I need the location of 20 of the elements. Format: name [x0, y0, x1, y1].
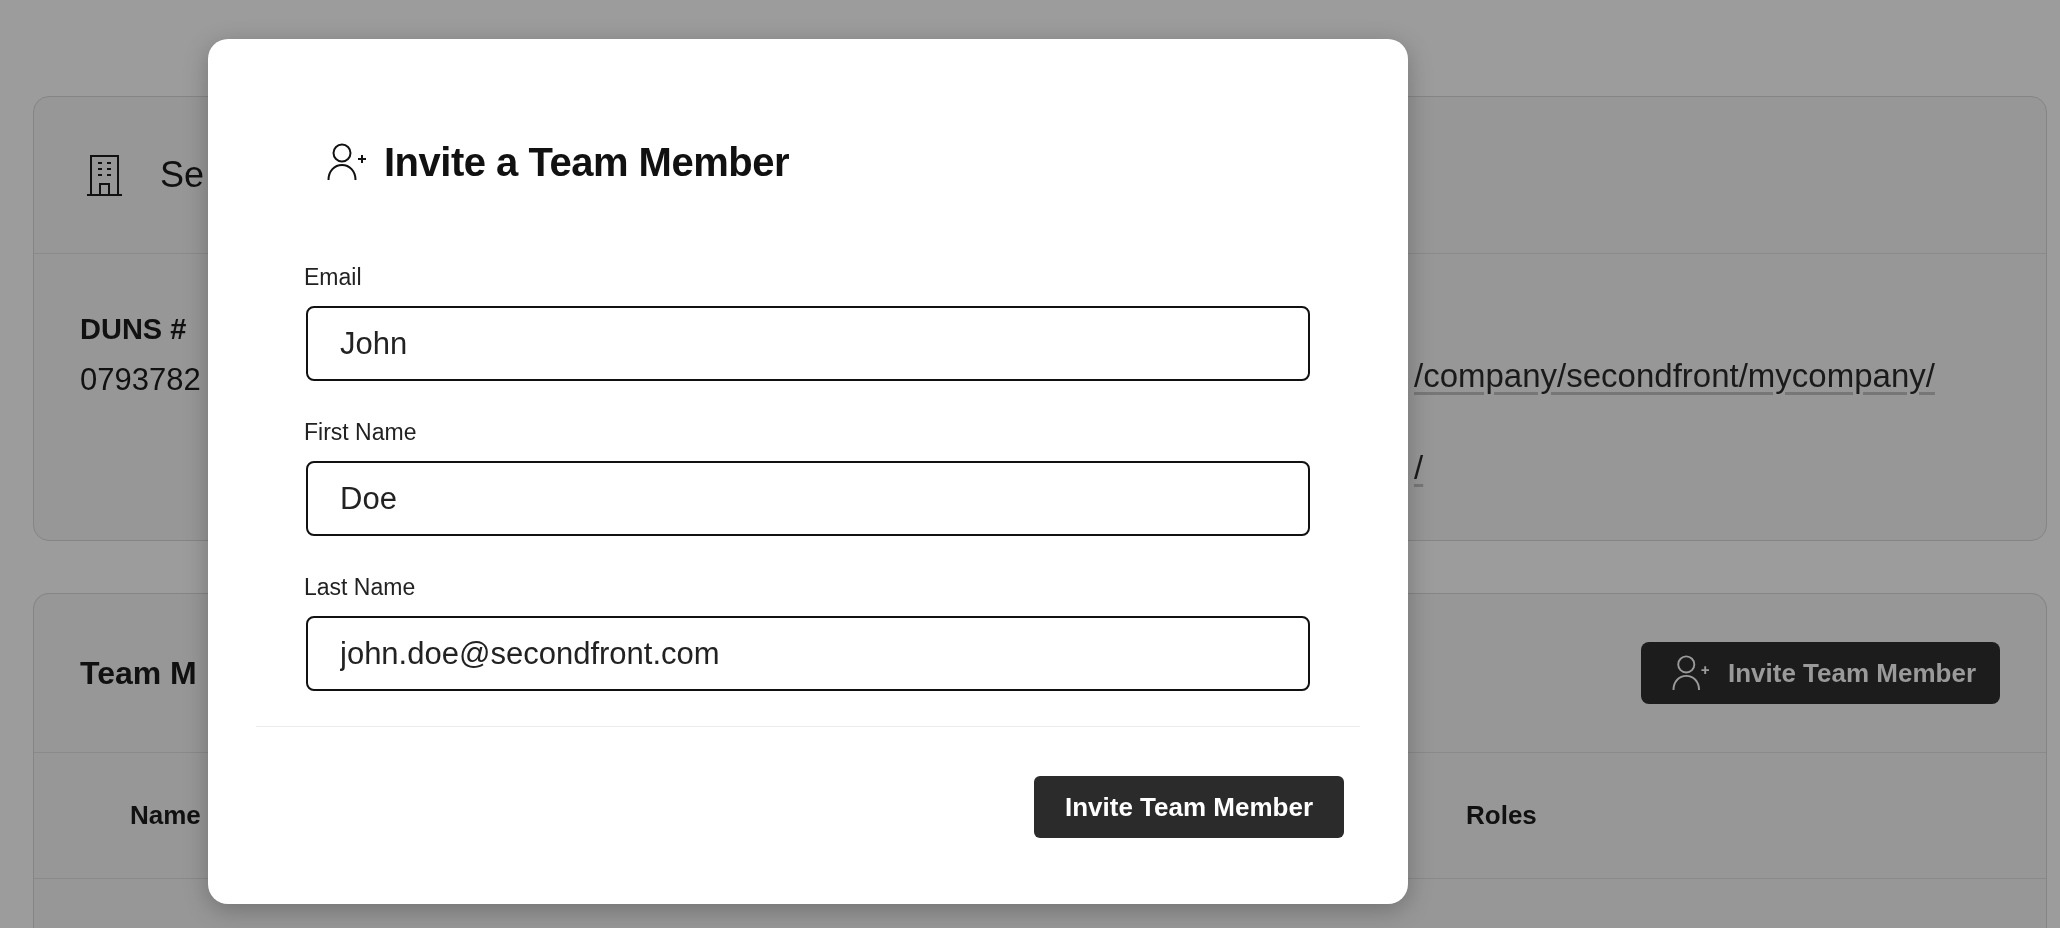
duns-value: 0793782 — [80, 361, 201, 399]
input-field[interactable]: John — [306, 306, 1310, 381]
invite-team-member-button[interactable]: Invite Team Member — [1033, 776, 1344, 838]
field-label: First Name — [304, 418, 417, 446]
company-link[interactable]: / — [1414, 448, 1424, 488]
duns-label: DUNS # — [80, 312, 187, 347]
company-link[interactable]: /company/secondfront/mycompany/ — [1414, 356, 1935, 396]
card-title: Se — [160, 153, 205, 197]
column-header: Name — [130, 800, 201, 831]
user-plus-icon — [1671, 655, 1710, 691]
field-label: Last Name — [304, 573, 416, 601]
section-title: Team M — [80, 654, 197, 692]
user-plus-icon — [327, 143, 367, 181]
field-label: Email — [304, 263, 362, 291]
column-header: Roles — [1466, 800, 1537, 831]
input-field[interactable]: john.doe@secondfront.com — [306, 616, 1310, 691]
dialog-title: Invite a Team Member — [384, 139, 789, 185]
building-icon — [87, 154, 122, 196]
input-field[interactable]: Doe — [306, 461, 1310, 536]
invite-team-member-button[interactable]: Invite Team Member — [1640, 642, 2000, 704]
